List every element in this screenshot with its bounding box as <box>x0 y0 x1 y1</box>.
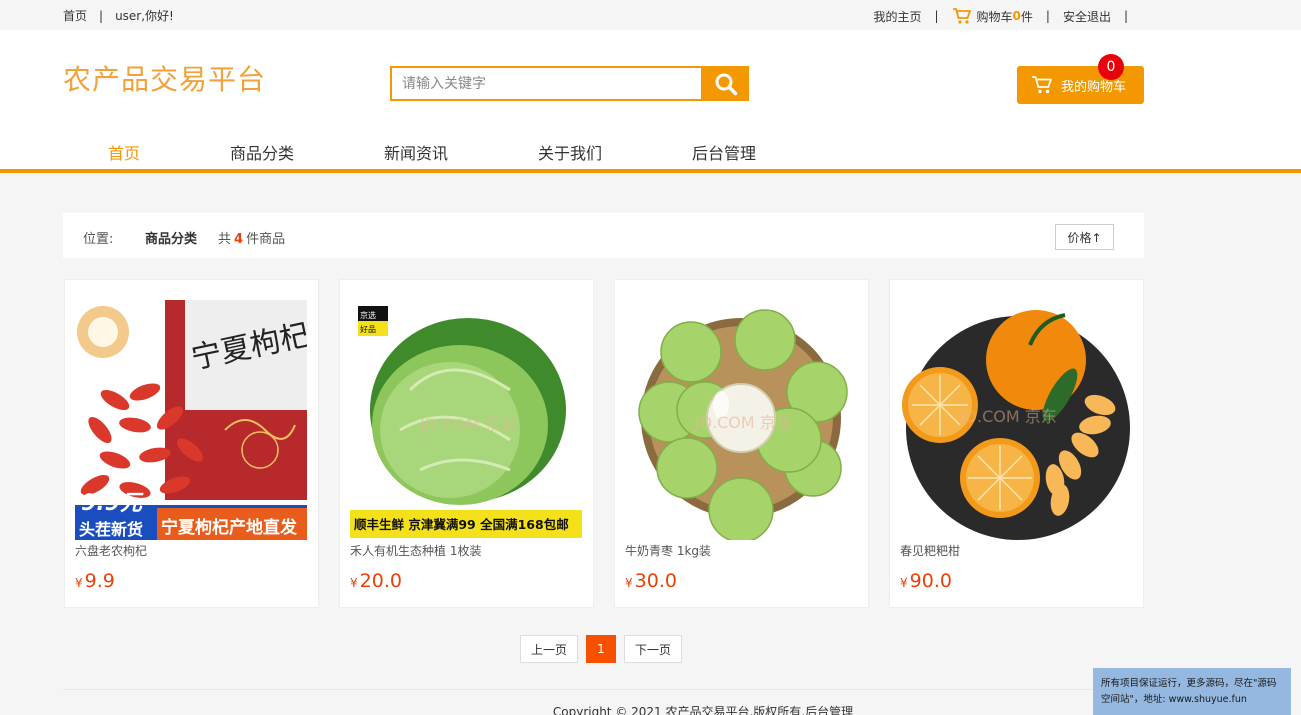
nav-item-admin[interactable]: 后台管理 <box>692 140 756 164</box>
price-value: 20.0 <box>359 570 402 592</box>
price-value: 30.0 <box>634 570 677 592</box>
position-label: 位置: <box>83 232 114 247</box>
filter-bar: 位置: 商品分类 共 4 件商品 价格↑ <box>63 213 1144 258</box>
divider: | <box>1123 9 1128 23</box>
product-price: ¥9.9 <box>75 570 115 592</box>
divider: | <box>99 8 104 23</box>
cart-icon <box>1031 75 1053 95</box>
site-logo[interactable]: 农产品交易平台 <box>63 58 266 98</box>
product-price: ¥30.0 <box>625 570 677 592</box>
cabbage-tag-top: 京选 <box>360 310 376 320</box>
goji-new-label: 头茬新货 <box>79 520 143 539</box>
logout-link[interactable]: 安全退出 <box>1063 8 1111 25</box>
top-cart-link[interactable]: 购物车 0 件 <box>952 7 1033 25</box>
search-bar <box>390 66 749 101</box>
cart-suffix: 件 <box>1020 9 1033 24</box>
cart-icon <box>952 7 972 25</box>
cabbage-tag-bottom: 好品 <box>360 324 376 334</box>
divider: | <box>934 9 939 23</box>
footer-divider <box>63 689 1144 690</box>
nav-item-news[interactable]: 新闻资讯 <box>384 140 448 164</box>
main-nav: 首页 商品分类 新闻资讯 关于我们 后台管理 <box>0 138 1301 170</box>
product-image-jujube[interactable]: JD.COM 京东 <box>625 300 857 540</box>
product-count: 共 4 件商品 <box>218 228 285 247</box>
price-value: 90.0 <box>909 570 952 592</box>
count-suffix: 件商品 <box>246 232 286 247</box>
product-card[interactable]: 宁夏枸杞 9.9元 头茬新货 宁夏枸杞产地直发 六盘老农枸杞 ¥ 9.9 <box>64 279 319 608</box>
nav-item-home[interactable]: 首页 <box>108 140 140 164</box>
product-name[interactable]: 牛奶青枣 1kg装 <box>625 542 711 559</box>
product-name[interactable]: 禾人有机生态种植 1枚装 <box>350 542 481 559</box>
nav-item-about[interactable]: 关于我们 <box>538 140 602 164</box>
currency-symbol: ¥ <box>75 576 83 590</box>
prev-page-button[interactable]: 上一页 <box>520 635 578 663</box>
product-image-mandarin[interactable]: JD.COM 京东 <box>900 300 1132 540</box>
cabbage-banner: 顺丰生鲜 京津冀满99 全国满168包邮 <box>354 517 569 532</box>
product-price: ¥90.0 <box>900 570 952 592</box>
current-page[interactable]: 1 <box>586 635 616 663</box>
search-icon <box>714 72 738 96</box>
breadcrumb-category[interactable]: 商品分类 <box>145 228 197 247</box>
product-card[interactable]: JD.COM 京东 牛奶青枣 1kg装 ¥30.0 <box>614 279 869 608</box>
next-page-button[interactable]: 下一页 <box>624 635 682 663</box>
nav-underline <box>0 169 1301 173</box>
count-number: 4 <box>234 232 244 247</box>
currency-symbol: ¥ <box>625 576 633 590</box>
cart-badge: 0 <box>1098 54 1124 80</box>
user-greeting: user,你好! <box>115 9 174 23</box>
goji-price-badge: 9.9元 <box>81 491 144 516</box>
top-home-link[interactable]: 首页 <box>63 7 87 24</box>
goji-banner: 宁夏枸杞产地直发 <box>161 517 298 538</box>
count-prefix: 共 <box>218 232 232 247</box>
top-bar: 首页 | user,你好! 我的主页 | 购物车 0 件 | 安全退出 | <box>0 0 1301 30</box>
product-card[interactable]: JD.COM 京东 春见粑粑柑 ¥90.0 <box>889 279 1144 608</box>
product-price: ¥20.0 <box>350 570 402 592</box>
source-notice: 所有项目保证运行，更多源码，尽在"源码空间站"，地址: www.shuyue.f… <box>1093 668 1291 715</box>
search-input[interactable] <box>390 66 703 101</box>
watermark-text: JD.COM 京东 <box>959 407 1057 426</box>
cart-count: 0 <box>1012 9 1021 23</box>
price-value: 9.9 <box>84 570 115 592</box>
header: 农产品交易平台 我的购物车 首页 商品分类 新闻资讯 关于我们 后台管理 <box>0 30 1301 170</box>
watermark-text: JD.COM 京东 <box>419 415 517 434</box>
cart-prefix: 购物车 <box>976 9 1013 24</box>
product-image-goji[interactable]: 宁夏枸杞 9.9元 头茬新货 宁夏枸杞产地直发 <box>75 300 307 540</box>
my-cart-button[interactable]: 我的购物车 <box>1017 66 1144 104</box>
my-home-link[interactable]: 我的主页 <box>873 8 921 25</box>
sort-price-button[interactable]: 价格↑ <box>1055 224 1114 250</box>
nav-item-category[interactable]: 商品分类 <box>230 140 294 164</box>
product-image-cabbage[interactable]: 京选 好品 JD.COM 京东 顺丰生鲜 京津冀满99 全国满168包邮 <box>350 300 582 540</box>
divider: | <box>1045 9 1050 23</box>
search-button[interactable] <box>703 66 749 101</box>
product-name[interactable]: 春见粑粑柑 <box>900 542 960 559</box>
product-name[interactable]: 六盘老农枸杞 <box>75 542 147 559</box>
watermark-text: JD.COM 京东 <box>694 413 792 432</box>
currency-symbol: ¥ <box>350 576 358 590</box>
currency-symbol: ¥ <box>900 576 908 590</box>
product-card[interactable]: 京选 好品 JD.COM 京东 顺丰生鲜 京津冀满99 全国满168包邮 禾人有… <box>339 279 594 608</box>
